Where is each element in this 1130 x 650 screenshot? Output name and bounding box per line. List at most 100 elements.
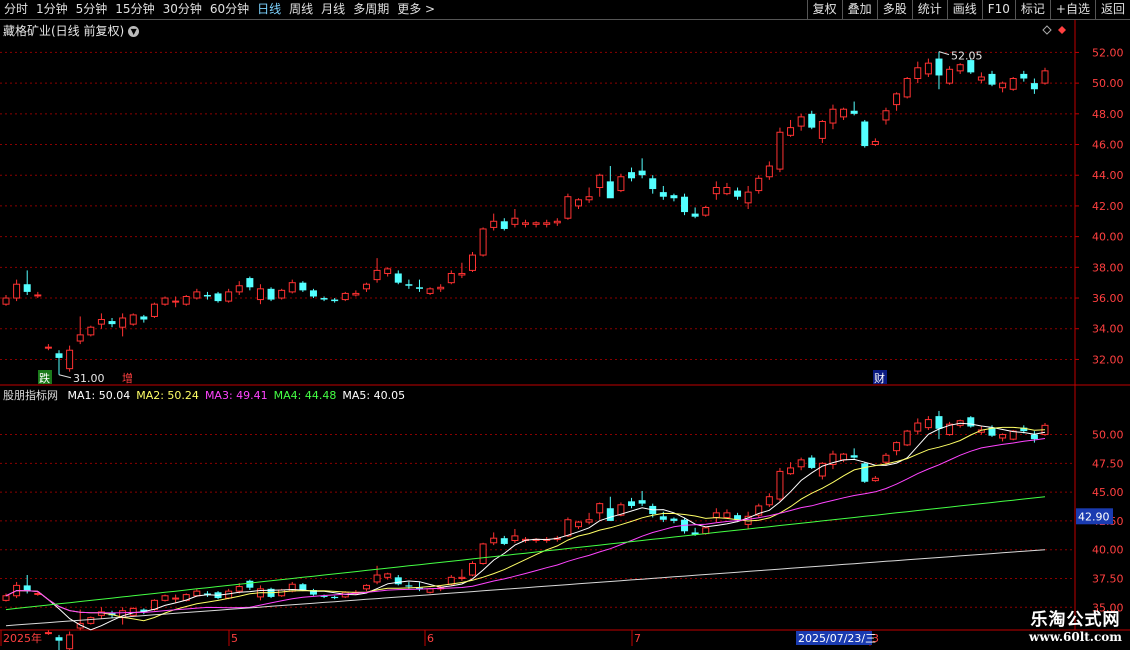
ind-candle — [479, 543, 487, 565]
price-candle — [468, 254, 476, 271]
ind-candle — [331, 596, 339, 599]
price-candle — [765, 165, 773, 178]
tab-period-2[interactable]: 5分钟 — [72, 0, 112, 19]
price-candle — [988, 73, 996, 85]
price-tick-label: 40.00 — [1092, 231, 1124, 244]
price-candle — [596, 174, 604, 189]
ma-line-1 — [5, 422, 1046, 631]
toolbar-button-4[interactable]: 画线 — [946, 0, 982, 19]
price-tick-label: 50.00 — [1092, 77, 1124, 90]
ind-candle — [659, 516, 667, 520]
ind-candle — [76, 622, 84, 629]
tab-period-6[interactable]: 日线 — [253, 0, 285, 19]
ma-line-4 — [5, 496, 1046, 611]
chevron-down-icon[interactable]: ▼ — [128, 26, 140, 37]
ind-candle — [1020, 427, 1028, 432]
ind-candle — [246, 580, 254, 588]
indicator-tick-label: 45.00 — [1092, 486, 1124, 499]
price-candle — [585, 196, 593, 201]
price-candle — [373, 269, 381, 281]
ind-candle — [140, 609, 148, 612]
price-candle — [977, 76, 985, 81]
toolbar-button-7[interactable]: +自选 — [1049, 0, 1095, 19]
ind-candle — [161, 595, 169, 601]
price-candle — [394, 273, 402, 283]
price-candle — [840, 108, 848, 118]
toolbar-button-5[interactable]: F10 — [981, 0, 1015, 19]
ind-candle — [235, 586, 243, 592]
price-candle — [76, 334, 84, 342]
price-candle — [808, 113, 816, 128]
toolbar-button-3[interactable]: 统计 — [911, 0, 947, 19]
ind-candle — [193, 590, 201, 597]
ind-candle — [278, 589, 286, 597]
tab-period-7[interactable]: 周线 — [285, 0, 317, 19]
current-price-tag: 42.90 — [1078, 510, 1110, 523]
toolbar-button-6[interactable]: 标记 — [1014, 0, 1050, 19]
price-candle — [935, 58, 943, 76]
price-candle — [744, 191, 752, 204]
price-candle — [956, 64, 964, 72]
price-candle — [405, 284, 413, 286]
price-candle — [415, 287, 423, 289]
toolbar-button-0[interactable]: 复权 — [806, 0, 842, 19]
current-price-tag-bg — [1076, 508, 1113, 525]
price-candle — [108, 321, 116, 325]
toolbar-button-1[interactable]: 叠加 — [841, 0, 877, 19]
price-candle — [13, 283, 21, 299]
price-candle — [278, 289, 286, 299]
toolbar: 分时 1分钟 5分钟 15分钟 30分钟 60分钟 日线 周线 月线 多周期 更多 > 复权 叠加 多股… — [0, 0, 1130, 20]
diamond-icon — [1042, 25, 1052, 35]
price-candle — [850, 110, 858, 114]
price-candle — [490, 220, 498, 228]
price-candle — [924, 62, 932, 75]
ind-candle — [119, 610, 127, 619]
price-tick-label: 46.00 — [1092, 139, 1124, 152]
tab-period-8[interactable]: 月线 — [317, 0, 349, 19]
price-tick-label: 34.00 — [1092, 323, 1124, 336]
price-candle — [97, 319, 105, 325]
price-candle — [479, 228, 487, 256]
price-candle — [659, 192, 667, 197]
price-candle — [606, 181, 614, 199]
watermark-title: 乐淘公式网 — [1030, 610, 1121, 630]
ind-candle — [638, 500, 646, 504]
price-candle — [532, 222, 540, 225]
tab-period-0[interactable]: 分时 — [0, 0, 32, 19]
price-candle — [87, 326, 95, 336]
marker-bg — [121, 370, 135, 384]
ind-candle — [214, 592, 222, 599]
price-candle — [140, 316, 148, 320]
price-candle — [511, 217, 519, 225]
ind-candle — [670, 518, 678, 521]
ind-candle — [458, 576, 466, 579]
marker-bg — [873, 370, 887, 384]
tab-period-5[interactable]: 60分钟 — [206, 0, 253, 19]
ind-candle — [787, 467, 795, 475]
price-candle — [871, 140, 879, 146]
kline-chart[interactable]: 52.00 50.00 48.00 46.00 44.00 42.00 40.00 38.00… — [0, 0, 1130, 650]
ind-candle — [543, 538, 551, 541]
ma-line-3 — [5, 438, 1046, 614]
high-pointer — [938, 51, 950, 56]
chart-title: 藏格矿业(日线 前复权) — [3, 24, 125, 38]
tab-period-3[interactable]: 15分钟 — [111, 0, 158, 19]
price-candle — [1009, 78, 1017, 90]
price-candle — [1030, 83, 1038, 90]
ind-candle — [903, 430, 911, 446]
toolbar-button-8[interactable]: 返回 — [1094, 0, 1130, 19]
tab-period-4[interactable]: 30分钟 — [159, 0, 206, 19]
ind-candle — [893, 442, 901, 452]
tab-period-10[interactable]: 更多 > — [393, 0, 439, 19]
tab-period-1[interactable]: 1分钟 — [32, 0, 72, 19]
toolbar-button-2[interactable]: 多股 — [876, 0, 912, 19]
indicator-name: 股朋指标网 — [3, 389, 58, 402]
tab-period-9[interactable]: 多周期 — [349, 0, 393, 19]
ind-candle — [755, 505, 763, 516]
ind-candle — [87, 617, 95, 624]
price-candle — [553, 220, 561, 224]
price-candle — [500, 221, 508, 229]
ind-candle — [882, 454, 890, 463]
price-tick-label: 44.00 — [1092, 169, 1124, 182]
ind-candle — [299, 584, 307, 590]
